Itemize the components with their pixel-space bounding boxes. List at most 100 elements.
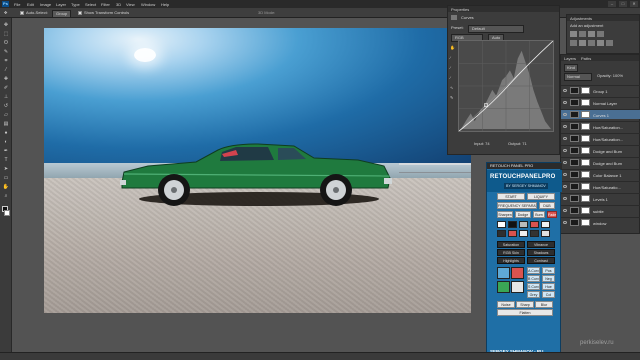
visibility-eye-icon[interactable]: [563, 125, 567, 128]
menu-file[interactable]: File: [14, 2, 20, 7]
preset-icon-1[interactable]: [497, 267, 510, 279]
show-transform-checkbox[interactable]: [78, 11, 82, 15]
layer-row[interactable]: subtle: [561, 205, 640, 215]
preset-icon-4[interactable]: [511, 281, 524, 293]
visibility-eye-icon[interactable]: [563, 89, 567, 92]
red-blob-icon[interactable]: [508, 230, 517, 237]
shadows-button[interactable]: Shadows: [527, 249, 555, 256]
group-select[interactable]: Group: [52, 10, 72, 18]
layer-row[interactable]: Color Balance 1: [561, 169, 640, 179]
move-icon[interactable]: ✥: [2, 22, 10, 28]
visibility-eye-icon[interactable]: [563, 173, 567, 176]
dark-cloud-icon[interactable]: [497, 230, 506, 237]
exposure-icon[interactable]: [597, 31, 604, 37]
eyedropper-black-icon[interactable]: ⁄: [450, 56, 451, 60]
path-select-icon[interactable]: ➤: [2, 166, 10, 172]
gradient-icon[interactable]: ▤: [2, 121, 10, 127]
visibility-eye-icon[interactable]: [563, 221, 567, 224]
vibrance-button[interactable]: Vibrance: [527, 241, 555, 248]
lasso-icon[interactable]: ʘ: [2, 40, 10, 46]
menu-help[interactable]: Help: [161, 2, 169, 7]
eyedropper-gray-icon[interactable]: ⁄: [450, 66, 451, 70]
quick-select-icon[interactable]: ✎: [2, 49, 10, 55]
menu-filter[interactable]: Filter: [101, 2, 110, 7]
dodge-burn-button[interactable]: D&B: [539, 202, 555, 209]
maximize-button[interactable]: □: [619, 1, 627, 7]
pencil-icon[interactable]: ✎: [450, 96, 453, 100]
sharp-button[interactable]: Sharp: [516, 301, 534, 308]
liquify-button[interactable]: LIQUIFY: [527, 193, 555, 200]
neg-button[interactable]: Neg: [542, 275, 555, 282]
hand-icon[interactable]: ✋: [2, 184, 10, 190]
clone-stamp-icon[interactable]: ⊥: [2, 94, 10, 100]
menu-3d[interactable]: 3D: [116, 2, 121, 7]
move-tool-icon[interactable]: ✥: [4, 11, 7, 15]
menu-select[interactable]: Select: [85, 2, 96, 7]
pen-icon[interactable]: ✒: [2, 148, 10, 154]
curves-graph[interactable]: [458, 40, 554, 132]
curves-adjust-icon[interactable]: [588, 31, 595, 37]
visibility-eye-icon[interactable]: [563, 161, 567, 164]
flatten-button[interactable]: Flatten: [497, 309, 553, 316]
frequency-separation-button[interactable]: FREQUENCY SEPARATION: [497, 202, 537, 209]
hand-tool-icon[interactable]: ✋: [450, 46, 455, 50]
black-brush-icon[interactable]: [508, 221, 517, 228]
menu-edit[interactable]: Edit: [27, 2, 34, 7]
visibility-eye-icon[interactable]: [563, 197, 567, 200]
preset-select[interactable]: Default: [468, 25, 524, 33]
pos-button[interactable]: Pos: [542, 267, 555, 274]
burn-button[interactable]: Burn: [533, 211, 545, 218]
a-curve-button[interactable]: A Curv: [527, 267, 540, 274]
preset-icon-3[interactable]: [497, 281, 510, 293]
layer-row[interactable]: Hue/Saturation...: [561, 133, 640, 143]
col-button[interactable]: Col: [542, 291, 555, 298]
visibility-eye-icon[interactable]: [563, 149, 567, 152]
visibility-eye-icon[interactable]: [563, 101, 567, 104]
blur-icon[interactable]: ●: [2, 130, 10, 136]
b-curve-button[interactable]: B Curv: [527, 275, 540, 282]
hue-button[interactable]: Hue: [542, 283, 555, 290]
menu-window[interactable]: Window: [141, 2, 155, 7]
eyedropper-white-icon[interactable]: ⁄: [450, 76, 451, 80]
red-brush-icon[interactable]: [530, 221, 539, 228]
color-balance-icon[interactable]: [588, 40, 595, 46]
fade-button[interactable]: Fade: [547, 211, 557, 218]
s-curve-button[interactable]: S Curv: [527, 283, 540, 290]
kind-filter-select[interactable]: Kind: [564, 64, 579, 72]
menu-image[interactable]: Image: [40, 2, 51, 7]
eraser-icon[interactable]: ▱: [2, 112, 10, 118]
dodge-icon[interactable]: ◐: [2, 139, 10, 145]
vibrance-icon[interactable]: [570, 40, 577, 46]
noise-button[interactable]: Noise: [497, 301, 515, 308]
white-brush-icon[interactable]: [497, 221, 506, 228]
gray-brush-icon[interactable]: [519, 221, 528, 228]
hue-saturation-icon[interactable]: [579, 40, 586, 46]
layer-row[interactable]: Hue/Saturatio...: [561, 181, 640, 191]
layer-row[interactable]: Hue/Saturation...: [561, 121, 640, 131]
layer-row[interactable]: Normal Layer: [561, 97, 640, 107]
type-icon[interactable]: T: [2, 157, 10, 163]
layer-row[interactable]: Group 1: [561, 85, 640, 95]
history-brush-icon[interactable]: ↺: [2, 103, 10, 109]
white-cloud-icon[interactable]: [541, 221, 550, 228]
marquee-icon[interactable]: ⬚: [2, 31, 10, 37]
menu-layer[interactable]: Layer: [56, 2, 66, 7]
grey-button[interactable]: Grey: [527, 291, 540, 298]
layer-row[interactable]: Curves 1: [561, 109, 640, 119]
layer-row[interactable]: Dodge and Burn: [561, 145, 640, 155]
paths-tab[interactable]: Paths: [581, 56, 591, 61]
zoom-icon[interactable]: ⌕: [2, 193, 10, 199]
eyedropper-icon[interactable]: ⁄: [2, 67, 10, 73]
visibility-eye-icon[interactable]: [563, 185, 567, 188]
preset-icon-2[interactable]: [511, 267, 524, 279]
dodge-button[interactable]: Dodge: [515, 211, 531, 218]
levels-icon[interactable]: [579, 31, 586, 37]
black-blob-icon[interactable]: [530, 230, 539, 237]
black-white-icon[interactable]: [597, 40, 604, 46]
layer-row[interactable]: Levels 1: [561, 193, 640, 203]
auto-select-checkbox[interactable]: [20, 11, 24, 15]
highlights-button[interactable]: Highlights: [497, 257, 525, 264]
photo-filter-icon[interactable]: [606, 40, 613, 46]
menu-type[interactable]: Type: [71, 2, 80, 7]
opacity-field[interactable]: Opacity: 100%: [597, 74, 623, 78]
